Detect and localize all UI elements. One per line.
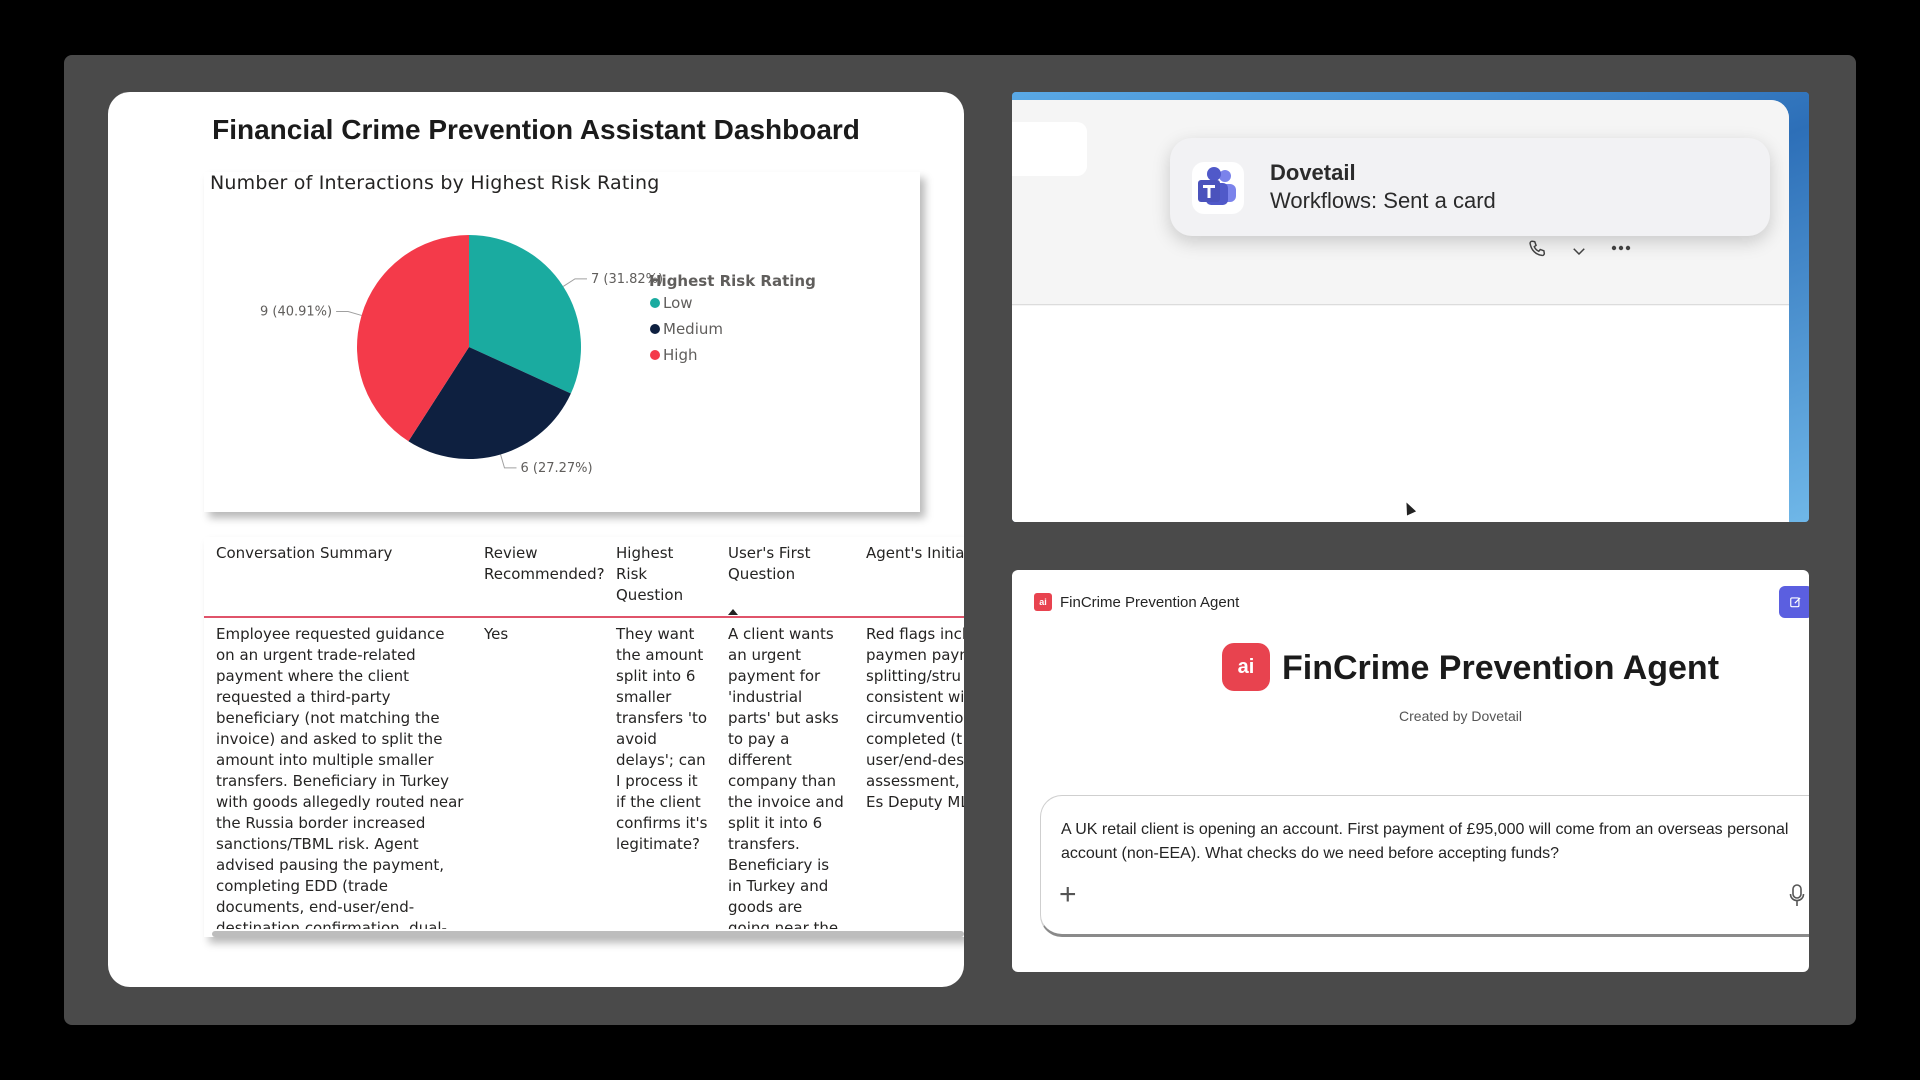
legend-item-low[interactable]: Low	[663, 294, 693, 312]
pie-leader-line	[500, 454, 517, 469]
search-box[interactable]	[1012, 122, 1087, 176]
notification-toast[interactable]: Dovetail Workflows: Sent a card	[1170, 138, 1770, 236]
column-header-sorted[interactable]: User's First Question	[716, 537, 854, 618]
sort-ascending-icon	[728, 609, 738, 615]
agent-panel: ai FinCrime Prevention Agent ai FinCrime…	[1012, 570, 1809, 972]
table-cell: Employee requested guidance on an urgent…	[216, 625, 464, 929]
legend-item-high[interactable]: High	[663, 346, 697, 364]
chevron-down-icon[interactable]	[1562, 236, 1596, 270]
pie-chart[interactable]: 7 (31.82%)6 (27.27%)9 (40.91%)Highest Ri…	[204, 172, 920, 512]
dashboard-panel: Financial Crime Prevention Assistant Das…	[108, 92, 964, 987]
desktop-frame: Financial Crime Prevention Assistant Das…	[64, 55, 1856, 1025]
pie-data-label: 9 (40.91%)	[260, 305, 332, 320]
agent-created-by: Created by Dovetail	[1399, 708, 1522, 724]
column-header[interactable]: Conversation Summary	[204, 537, 472, 618]
column-header[interactable]: Agent's Initia	[854, 537, 964, 618]
agent-logo-small-icon: ai	[1034, 593, 1052, 611]
teams-window: Dovetail Workflows: Sent a card	[1012, 92, 1809, 522]
legend-title: Highest Risk Rating	[649, 272, 816, 290]
prompt-text[interactable]: A UK retail client is opening an account…	[1061, 818, 1809, 866]
table-cell: Yes	[484, 625, 509, 643]
pie-data-label: 6 (27.27%)	[520, 461, 592, 476]
agent-header-title: FinCrime Prevention Agent	[1060, 594, 1240, 611]
pie-leader-line	[562, 278, 587, 287]
pie-chart-card[interactable]: Number of Interactions by Highest Risk R…	[204, 172, 920, 512]
dashboard-title: Financial Crime Prevention Assistant Das…	[212, 114, 860, 145]
pie-leader-line	[336, 311, 362, 316]
toast-message: Workflows: Sent a card	[1270, 188, 1496, 213]
legend-marker	[650, 298, 660, 308]
teams-icon	[1192, 162, 1244, 214]
interactions-table: Conversation Summary Review Recommended?…	[204, 537, 964, 929]
table-cell: Red flags incl party paymen payment spli…	[866, 625, 964, 811]
horizontal-scrollbar[interactable]	[212, 931, 964, 937]
agent-logo-icon: ai	[1222, 643, 1270, 691]
toast-app-name: Dovetail	[1270, 160, 1356, 185]
column-header[interactable]: Review Recommended?	[472, 537, 605, 618]
table-header-row: Conversation Summary Review Recommended?…	[204, 537, 964, 618]
teams-message-area	[1012, 306, 1789, 522]
column-header[interactable]: Highest Risk Question	[604, 537, 716, 618]
prompt-input[interactable]: A UK retail client is opening an account…	[1040, 795, 1809, 937]
microphone-icon[interactable]	[1789, 884, 1805, 913]
interactions-table-card[interactable]: Conversation Summary Review Recommended?…	[204, 537, 964, 937]
call-icon[interactable]	[1520, 236, 1554, 270]
table-cell: A client wants an urgent payment for 'in…	[728, 625, 844, 929]
legend-marker	[650, 350, 660, 360]
plus-icon[interactable]: +	[1059, 880, 1077, 910]
more-icon[interactable]	[1604, 236, 1638, 270]
table-cell: They want the amount split into 6 smalle…	[616, 625, 708, 853]
edit-icon[interactable]	[1779, 586, 1809, 618]
table-row[interactable]: Employee requested guidance on an urgent…	[204, 617, 964, 929]
legend-item-medium[interactable]: Medium	[663, 320, 723, 338]
legend-marker	[650, 324, 660, 334]
agent-title: FinCrime Prevention Agent	[1282, 649, 1720, 687]
